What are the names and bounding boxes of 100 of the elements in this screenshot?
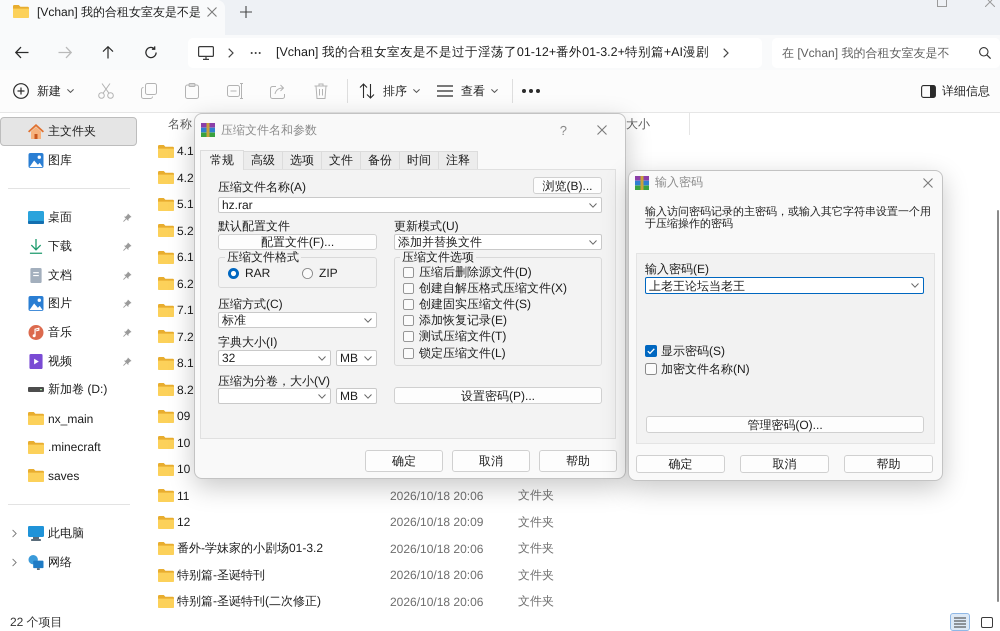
pin-icon[interactable] [123,242,132,251]
radio-button[interactable] [228,268,239,278]
sidebar-item[interactable]: nx_main [0,404,137,433]
close-icon[interactable] [597,125,607,135]
chevron-down-icon[interactable] [911,283,919,288]
password-field[interactable]: 上老王论坛当老王 [645,277,924,294]
address-bar[interactable]: ··· [Vchan] 我的合租女室友是不是过于淫荡了01-12+番外01-3.2+特别篇+AI漫剧 [188,38,762,68]
tab[interactable]: 选项 [282,151,322,169]
file-name[interactable]: 10 [177,462,190,476]
new-button[interactable]: 新建 [8,75,80,107]
search-field[interactable]: 在 [Vchan] 我的合租女室友是不 [772,38,1000,68]
ok-button[interactable]: 确定 [365,450,443,472]
sidebar-item[interactable]: 视频 [0,346,137,376]
close-icon[interactable] [207,6,217,16]
plus-icon[interactable] [240,6,252,18]
chevron-right-icon[interactable] [12,558,17,567]
radio-button[interactable] [302,268,313,278]
update-mode-dropdown[interactable]: 添加并替换文件 [394,234,602,250]
checkbox[interactable] [403,348,414,359]
checkbox[interactable] [403,282,414,294]
close-icon[interactable] [923,178,933,188]
file-name[interactable]: 12 [177,515,190,530]
unit-dropdown[interactable]: MB [336,388,377,404]
sidebar-item[interactable]: 下载 [0,232,137,261]
tab[interactable]: 时间 [399,151,439,169]
chevron-down-icon[interactable] [364,394,372,398]
checkbox[interactable] [645,345,657,357]
browse-button[interactable]: 浏览(B)... [533,177,602,194]
sidebar-item[interactable]: 此电脑 [0,519,137,548]
pin-icon[interactable] [123,213,132,222]
file-name[interactable]: 特别篇-圣诞特刊 [177,566,265,584]
chevron-down-icon[interactable] [318,394,326,398]
sidebar-item[interactable]: 网络 [0,548,137,577]
tab[interactable]: 备份 [360,151,400,169]
file-name[interactable]: 09 [177,409,190,424]
cancel-button[interactable]: 取消 [740,455,829,473]
file-name[interactable]: 4.1 [177,144,194,158]
sidebar-item[interactable]: saves [0,462,137,490]
file-name[interactable]: 11 [177,488,190,503]
file-name[interactable]: 10 [177,436,190,450]
checkbox[interactable] [403,266,414,278]
tab[interactable]: 常规 [200,150,244,170]
chevron-down-icon[interactable] [318,356,326,360]
view-button[interactable]: 查看 [432,75,498,107]
search-icon[interactable] [979,46,991,58]
back-arrow-icon[interactable] [15,46,29,59]
file-name[interactable]: 5.1 [177,197,194,212]
chevron-down-icon[interactable] [589,240,597,244]
checkbox[interactable] [403,331,414,342]
chevron-right-icon[interactable] [12,529,17,538]
cancel-button[interactable]: 取消 [452,450,530,472]
method-dropdown[interactable]: 标准 [218,312,377,328]
sidebar-item[interactable]: 音乐 [0,318,137,347]
chevron-right-icon[interactable] [228,48,234,58]
pin-icon[interactable] [123,299,132,308]
sidebar-item[interactable]: 桌面 [0,203,137,232]
sort-button[interactable]: 排序 [354,75,420,107]
chevron-down-icon[interactable] [364,356,372,360]
close-icon[interactable] [985,0,995,7]
sidebar-item[interactable]: 文档 [0,260,137,290]
file-name[interactable]: 特别篇-圣诞特刊(二次修正) [177,593,321,610]
chevron-right-icon[interactable] [723,48,729,58]
tab[interactable]: 注释 [438,151,478,169]
archive-name-field[interactable]: hz.rar [218,197,602,213]
sidebar-item[interactable]: 图片 [0,289,137,318]
file-name[interactable]: 5.2 [177,224,194,238]
manage-passwords-button[interactable]: 管理密码(O)... [646,416,924,433]
more-icon[interactable] [522,89,540,93]
file-name[interactable]: 7.2 [177,330,194,344]
chevron-down-icon[interactable] [364,318,372,322]
volume-size-field[interactable] [218,388,331,404]
pin-icon[interactable] [123,270,132,280]
breadcrumb[interactable]: [Vchan] 我的合租女室友是不是过于淫荡了01-12+番外01-3.2+特别篇+AI漫剧 [276,44,709,61]
file-name[interactable]: 6.1 [177,250,194,264]
dictionary-dropdown[interactable]: 32 [218,350,331,366]
file-name[interactable]: 7.1 [177,303,194,318]
chevron-down-icon[interactable] [589,202,597,208]
sidebar-item[interactable]: 图库 [0,146,137,174]
sidebar-item[interactable]: 新加卷 (D:) [0,376,137,404]
sidebar-item[interactable]: .minecraft [0,432,137,462]
details-button[interactable]: 详细信息 [917,82,994,100]
monitor-icon[interactable] [198,46,214,60]
checkbox[interactable] [403,315,414,326]
up-arrow-icon[interactable] [101,46,115,59]
help-button[interactable]: 帮助 [539,450,617,472]
set-password-button[interactable]: 设置密码(P)... [394,387,602,404]
maximize-icon[interactable] [937,0,947,7]
file-name[interactable]: 8.1 [177,356,194,370]
file-name[interactable]: 4.2 [177,170,194,185]
tab[interactable]: 文件 [321,151,361,169]
pin-icon[interactable] [123,356,132,366]
file-name[interactable]: 8.2 [177,382,194,397]
sidebar-item[interactable]: 主文件夹 [0,117,137,146]
checkbox[interactable] [645,363,657,375]
scroll-bar[interactable] [997,210,999,602]
ellipsis-button[interactable]: ··· [250,46,262,60]
profile-button[interactable]: 配置文件(F)... [218,234,377,250]
unit-dropdown[interactable]: MB [336,350,377,366]
help-button[interactable]: 帮助 [844,455,933,473]
refresh-icon[interactable] [144,46,158,59]
